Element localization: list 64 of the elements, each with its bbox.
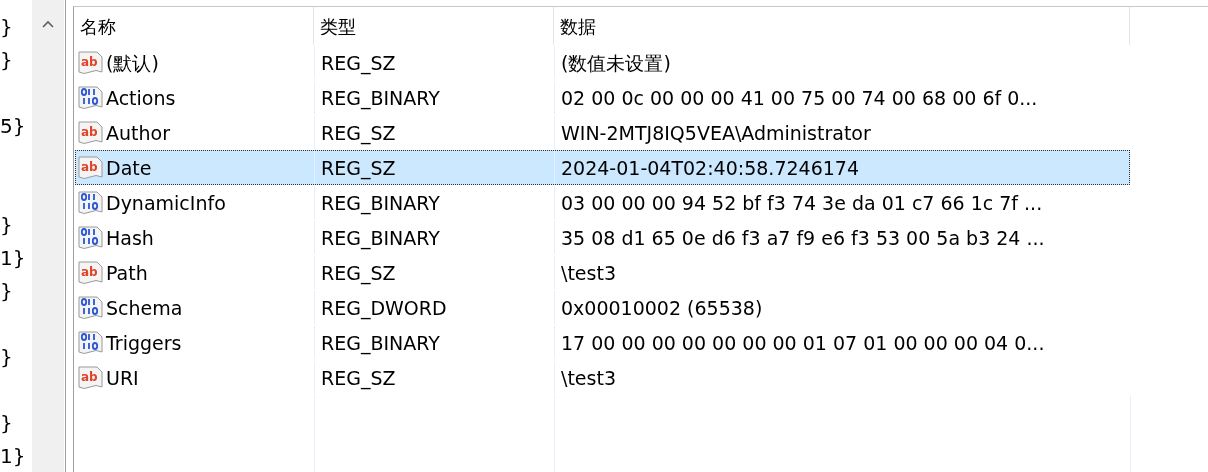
value-data: \test3: [561, 260, 616, 285]
string-value-icon: ab: [78, 155, 104, 180]
binary-value-icon: [78, 295, 104, 320]
tree-item-text: }: [0, 212, 13, 239]
scroll-up-icon[interactable]: [42, 20, 54, 28]
value-name: Date: [106, 155, 152, 180]
tree-item-text: 5}: [0, 113, 26, 140]
value-name: Actions: [106, 85, 176, 110]
tree-item-text: 1}: [0, 443, 26, 470]
string-value-icon: ab: [78, 365, 104, 390]
value-type: REG_BINARY: [321, 85, 440, 110]
value-type: REG_DWORD: [321, 295, 447, 320]
value-type: REG_BINARY: [321, 330, 440, 355]
value-type: REG_BINARY: [321, 225, 440, 250]
value-name: (默认): [106, 50, 159, 75]
value-name: Author: [106, 120, 170, 145]
value-name: Schema: [106, 295, 183, 320]
value-name: DynamicInfo: [106, 190, 226, 215]
value-data: WIN-2MTJ8IQ5VEA\Administrator: [561, 120, 871, 145]
value-type: REG_SZ: [321, 120, 396, 145]
value-data: 03 00 00 00 94 52 bf f3 74 3e da 01 c7 66 1c 7f ...: [561, 190, 1043, 215]
value-data: 17 00 00 00 00 00 00 00 01 07 01 00 00 00 04 0...: [561, 330, 1045, 355]
tree-item-text: }: [0, 14, 13, 41]
binary-value-icon: [78, 85, 104, 110]
value-type: REG_SZ: [321, 155, 396, 180]
tree-item-text: 1}: [0, 245, 26, 272]
tree-item-text: }: [0, 344, 13, 371]
value-name: Hash: [106, 225, 154, 250]
binary-value-icon: [78, 190, 104, 215]
value-data: (数值未设置): [561, 50, 671, 75]
value-data: 02 00 0c 00 00 00 41 00 75 00 74 00 68 00 6f 0...: [561, 85, 1038, 110]
table-row[interactable]: Schema REG_DWORD 0x00010002 (65538): [75, 290, 1130, 325]
column-header[interactable]: 名称: [74, 7, 314, 45]
tree-item-text: }: [0, 278, 13, 305]
value-data: 35 08 d1 65 0e d6 f3 a7 f9 e6 f3 53 00 5a b3 24 ...: [561, 225, 1045, 250]
table-row[interactable]: ab Path REG_SZ \test3: [75, 255, 1130, 290]
value-type: REG_SZ: [321, 50, 396, 75]
value-name: URI: [106, 365, 139, 390]
value-type: REG_SZ: [321, 365, 396, 390]
scrollbar[interactable]: [32, 0, 64, 472]
table-row[interactable]: Triggers REG_BINARY 17 00 00 00 00 00 00 00 01 07 01 00 00 00 04 0...: [75, 325, 1130, 360]
string-value-icon: ab: [78, 120, 104, 145]
column-header[interactable]: 类型: [314, 7, 554, 45]
table-row[interactable]: ab Author REG_SZ WIN-2MTJ8IQ5VEA\Administrator: [75, 115, 1130, 150]
value-type: REG_SZ: [321, 260, 396, 285]
value-name: Triggers: [106, 330, 182, 355]
table-row[interactable]: ab URI REG_SZ \test3: [75, 360, 1130, 395]
table-row[interactable]: Actions REG_BINARY 02 00 0c 00 00 00 41 00 75 00 74 00 68 00 6f 0...: [75, 80, 1130, 115]
table-row[interactable]: Hash REG_BINARY 35 08 d1 65 0e d6 f3 a7 f9 e6 f3 53 00 5a b3 24 ...: [75, 220, 1130, 255]
value-type: REG_BINARY: [321, 190, 440, 215]
string-value-icon: ab: [78, 50, 104, 75]
tree-item-text: }: [0, 47, 13, 74]
table-row[interactable]: DynamicInfo REG_BINARY 03 00 00 00 94 52 bf f3 74 3e da 01 c7 66 1c 7f ...: [75, 185, 1130, 220]
tree-item-text: }: [0, 410, 13, 437]
value-data: 2024-01-04T02:40:58.7246174: [561, 155, 860, 180]
string-value-icon: ab: [78, 260, 104, 285]
table-row[interactable]: ab (默认) REG_SZ (数值未设置): [75, 45, 1130, 80]
binary-value-icon: [78, 225, 104, 250]
table-row[interactable]: ab Date REG_SZ 2024-01-04T02:40:58.7246174: [75, 150, 1130, 185]
value-name: Path: [106, 260, 148, 285]
binary-value-icon: [78, 330, 104, 355]
column-header[interactable]: 数据: [554, 7, 1130, 45]
value-data: \test3: [561, 365, 616, 390]
value-data: 0x00010002 (65538): [561, 295, 763, 320]
